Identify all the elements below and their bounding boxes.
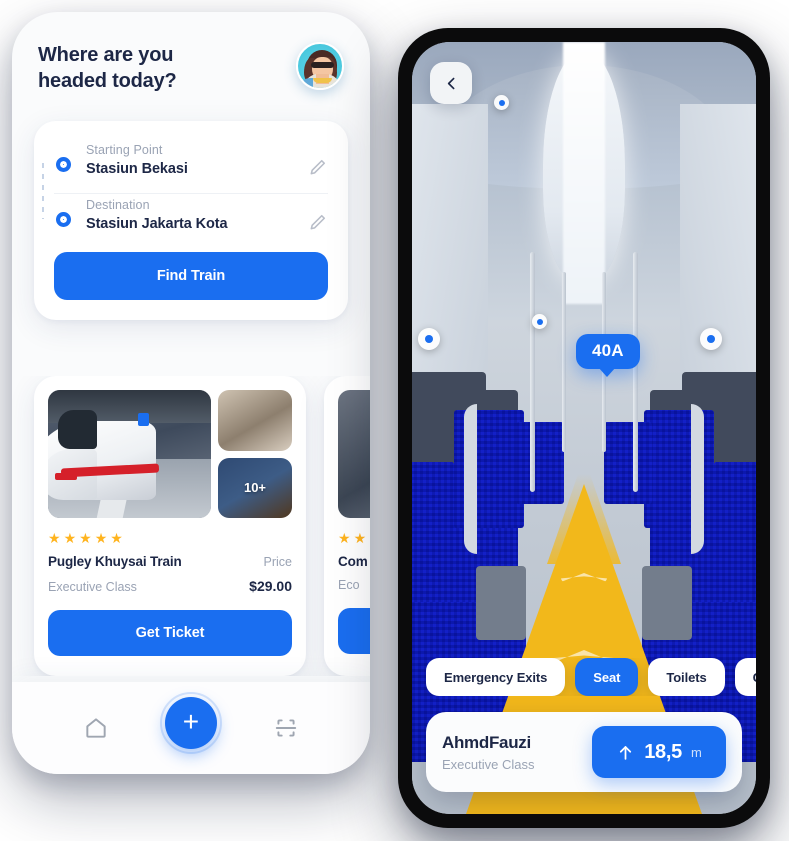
destination-row[interactable]: Destination Stasiun Jakarta Kota <box>54 198 328 232</box>
page-title: Where are you headed today? <box>38 44 177 93</box>
ar-marker-core <box>707 335 715 343</box>
passenger-class: Executive Class <box>442 756 535 772</box>
vertical-pole <box>530 252 535 492</box>
right-phone-device: 40A Emergency Exits Seat Toilets Gat Ahm… <box>398 28 770 828</box>
star-icon: ★ <box>94 530 108 546</box>
get-ticket-button[interactable]: Get Ticket <box>48 610 292 656</box>
passenger-info-card: AhmdFauzi Executive Class 18,5 m <box>426 712 742 792</box>
left-header: Where are you headed today? <box>12 12 370 95</box>
destination-label: Destination <box>86 197 150 212</box>
train-card-gallery <box>338 390 370 518</box>
train-class: Eco <box>338 578 360 592</box>
destination-value: Stasiun Jakarta Kota <box>86 215 228 232</box>
rating-stars: ★ ★ <box>338 531 370 545</box>
vertical-pole <box>562 272 566 452</box>
star-icon: ★ <box>353 530 367 546</box>
back-button[interactable] <box>430 62 472 104</box>
start-point-dot-icon <box>55 156 71 172</box>
star-icon: ★ <box>79 530 92 546</box>
train-photo-thumbs: 10+ <box>218 390 292 518</box>
route-dashed-connector <box>42 162 44 219</box>
avatar-necklace <box>313 78 332 83</box>
filter-chips-row[interactable]: Emergency Exits Seat Toilets Gat <box>412 658 756 696</box>
ar-marker-dot[interactable] <box>700 328 722 350</box>
more-photos-count: 10+ <box>243 480 267 496</box>
distance-value: 18,5 <box>644 740 682 763</box>
ar-camera-screen: 40A Emergency Exits Seat Toilets Gat Ahm… <box>412 42 756 814</box>
train-name: Pugley Khuysai Train <box>48 554 182 569</box>
add-button-ring: + <box>159 692 222 754</box>
vertical-pole <box>633 252 638 492</box>
train-photo-interior[interactable] <box>218 390 292 451</box>
seat-tag-badge[interactable]: 40A <box>576 334 640 377</box>
start-fields: Starting Point Stasiun Bekasi <box>86 143 294 177</box>
route-card: Starting Point Stasiun Bekasi Destinatio… <box>34 120 348 320</box>
edit-pencil-icon[interactable] <box>308 212 328 232</box>
ar-marker-dot[interactable] <box>418 328 440 350</box>
distance-pill[interactable]: 18,5 m <box>592 726 726 778</box>
starting-point-row[interactable]: Starting Point Stasiun Bekasi <box>54 143 328 177</box>
train-card[interactable]: ★ ★ Com Eco <box>324 376 370 676</box>
edit-pencil-icon[interactable] <box>308 157 328 177</box>
train-name-row: Pugley Khuysai Train Price <box>48 554 292 569</box>
star-icon: ★ <box>63 530 77 546</box>
ar-marker-core <box>536 318 543 325</box>
train-class-row: Eco <box>338 578 370 592</box>
avatar[interactable] <box>296 42 344 90</box>
ceiling-light-core <box>563 42 605 305</box>
price-label: Price <box>263 555 292 569</box>
passenger-details: AhmdFauzi Executive Class <box>442 733 534 772</box>
train-photo-main[interactable] <box>338 390 370 518</box>
rating-stars: ★ ★ ★ ★ ★ <box>48 531 292 545</box>
start-label: Starting Point <box>86 142 163 157</box>
avatar-shoulder <box>300 78 313 88</box>
find-train-button[interactable]: Find Train <box>54 251 328 300</box>
screenshot-stage: Where are you headed today? Starting Poi… <box>0 0 789 841</box>
start-dot-column <box>54 143 72 172</box>
train-name-row: Com <box>338 554 370 569</box>
arrow-up-icon <box>620 745 632 760</box>
destination-dot-column <box>54 198 72 227</box>
plus-icon: + <box>182 705 200 737</box>
train-windshield <box>57 410 97 449</box>
distance-unit: m <box>690 744 702 760</box>
train-price: $29.00 <box>249 578 292 594</box>
start-value: Stasiun Bekasi <box>86 160 188 177</box>
train-card-gallery: 10+ <box>48 390 292 518</box>
chip-emergency-exits[interactable]: Emergency Exits <box>426 658 566 696</box>
ar-marker-core <box>498 99 505 106</box>
train-photo-more[interactable]: 10+ <box>218 457 292 518</box>
destination-dot-icon <box>55 211 71 227</box>
avatar-sunglasses <box>311 62 334 68</box>
ar-marker-core <box>425 335 433 343</box>
ar-marker-dot[interactable] <box>494 95 509 110</box>
chip-gates[interactable]: Gat <box>734 658 756 696</box>
home-icon[interactable] <box>83 715 109 741</box>
get-ticket-button[interactable] <box>338 608 370 654</box>
back-chevron-icon <box>447 77 454 89</box>
train-card[interactable]: 10+ ★ ★ ★ ★ ★ Pugley Khuysai Train Price <box>34 376 306 676</box>
train-cards-carousel[interactable]: 10+ ★ ★ ★ ★ ★ Pugley Khuysai Train Price <box>12 376 370 676</box>
train-class: Executive Class <box>48 580 137 594</box>
add-button[interactable]: + <box>164 697 217 749</box>
train-name: Com <box>338 554 368 569</box>
star-icon: ★ <box>110 530 123 546</box>
scan-icon[interactable] <box>273 715 299 741</box>
chip-seat[interactable]: Seat <box>575 658 639 696</box>
train-class-row: Executive Class $29.00 <box>48 578 292 594</box>
station-sign-icon <box>137 413 149 427</box>
star-icon: ★ <box>48 530 61 546</box>
train-red-accent <box>54 473 78 480</box>
star-icon: ★ <box>338 530 351 546</box>
bottom-navigation-bar: + <box>12 682 370 774</box>
destination-fields: Destination Stasiun Jakarta Kota <box>86 198 294 232</box>
ar-marker-dot[interactable] <box>532 314 547 329</box>
train-photo-main[interactable] <box>48 390 211 518</box>
chip-toilets[interactable]: Toilets <box>648 658 725 696</box>
left-phone-screen: Where are you headed today? Starting Poi… <box>12 12 370 774</box>
route-divider <box>54 192 328 194</box>
passenger-name: AhmdFauzi <box>442 732 531 752</box>
